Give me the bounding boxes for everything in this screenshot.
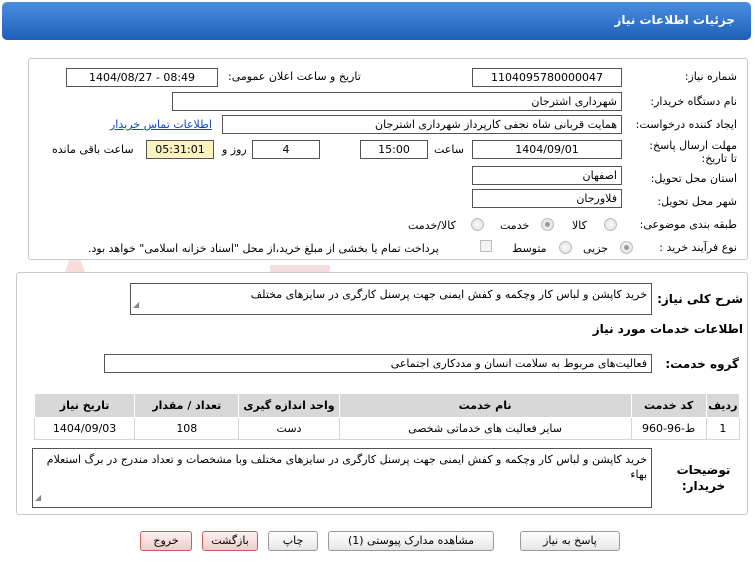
cell-unit: دست bbox=[238, 417, 340, 440]
category-option-both-radio[interactable] bbox=[471, 218, 484, 231]
cell-need-date: 1404/09/03 bbox=[33, 417, 136, 440]
deadline-date-field: 1404/09/01 bbox=[472, 140, 622, 159]
reply-button[interactable]: پاسخ به نیاز bbox=[520, 531, 620, 551]
process-type-label: نوع فرآیند خرید : bbox=[659, 241, 737, 254]
days-field: 4 bbox=[252, 140, 320, 159]
remaining-time-field: 05:31:01 bbox=[146, 140, 214, 159]
city-label: شهر محل تحویل: bbox=[657, 195, 737, 208]
resize-grip-icon[interactable]: ◢ bbox=[133, 297, 139, 312]
need-number-label: شماره نیاز: bbox=[684, 70, 737, 83]
need-number-field: 1104095780000047 bbox=[472, 68, 622, 87]
creator-field: همایت قربانی شاه نجفی کارپرداز شهرداری ا… bbox=[222, 115, 622, 134]
deadline-time-label: ساعت bbox=[434, 143, 464, 156]
exit-button[interactable]: خروج bbox=[140, 531, 192, 551]
back-button[interactable]: بازگشت bbox=[202, 531, 258, 551]
attachments-button[interactable]: مشاهده مدارک پیوستی (1) bbox=[328, 531, 494, 551]
city-field: فلاورجان bbox=[472, 189, 622, 208]
payment-note: پرداخت تمام یا بخشی از مبلغ خرید،از محل … bbox=[88, 242, 439, 255]
col-service-name: نام خدمت bbox=[338, 393, 632, 418]
category-label: طبقه بندی موضوعی: bbox=[639, 218, 737, 231]
services-heading: اطلاعات خدمات مورد نیاز bbox=[592, 322, 743, 336]
process-option-medium-radio[interactable] bbox=[559, 241, 572, 254]
col-row-number: ردیف bbox=[705, 393, 741, 418]
table-header-row: ردیف کد خدمت نام خدمت واحد اندازه گیری ت… bbox=[33, 393, 741, 418]
category-option-service-label: خدمت bbox=[500, 219, 530, 232]
buyer-org-label: نام دستگاه خریدار: bbox=[650, 95, 737, 108]
day-and-label: روز و bbox=[222, 143, 247, 156]
col-unit: واحد اندازه گیری bbox=[238, 393, 340, 418]
category-option-goods-label: کالا bbox=[572, 219, 587, 232]
buyer-org-field: شهرداری اشترجان bbox=[172, 92, 622, 111]
category-option-both-label: کالا/خدمت bbox=[408, 219, 456, 232]
col-need-date: تاریخ نیاز bbox=[33, 393, 136, 418]
deadline-label: مهلت ارسال پاسخ: تا تاریخ: bbox=[649, 139, 737, 165]
remaining-label: ساعت باقی مانده bbox=[52, 143, 134, 156]
resize-grip-icon[interactable]: ◢ bbox=[35, 490, 41, 505]
buyer-notes-textarea[interactable]: خرید کاپشن و لباس کار وچکمه و کفش ایمنی … bbox=[32, 448, 652, 508]
category-option-goods-radio[interactable] bbox=[604, 218, 617, 231]
col-service-code: کد خدمت bbox=[630, 393, 707, 418]
service-group-label: گروه خدمت: bbox=[665, 357, 739, 371]
buyer-notes-label: توضیحات خریدار: bbox=[676, 463, 731, 493]
buyer-notes-text: خرید کاپشن و لباس کار وچکمه و کفش ایمنی … bbox=[46, 453, 647, 481]
cell-quantity: 108 bbox=[134, 417, 240, 440]
treasury-payment-checkbox[interactable] bbox=[480, 240, 492, 252]
announce-datetime-field: 1404/08/27 - 08:49 bbox=[66, 68, 218, 87]
province-field: اصفهان bbox=[472, 166, 622, 185]
table-row: 1 ط-96-960 سایر فعالیت های خدماتی شخصی د… bbox=[33, 417, 741, 440]
category-option-service-radio[interactable] bbox=[541, 218, 554, 231]
page-title: جزئیات اطلاعات نیاز bbox=[614, 13, 735, 27]
cell-service-code: ط-96-960 bbox=[630, 417, 707, 440]
process-option-medium-label: متوسط bbox=[512, 242, 547, 255]
creator-label: ایجاد کننده درخواست: bbox=[635, 118, 737, 131]
deadline-time-field: 15:00 bbox=[360, 140, 428, 159]
contact-buyer-link[interactable]: اطلاعات تماس خریدار bbox=[110, 118, 212, 131]
summary-label: شرح کلی نیاز: bbox=[657, 292, 743, 306]
announce-datetime-label: تاریخ و ساعت اعلان عمومی: bbox=[228, 70, 361, 83]
print-button[interactable]: چاپ bbox=[268, 531, 318, 551]
summary-text: خرید کاپشن و لباس کار وچکمه و کفش ایمنی … bbox=[250, 288, 647, 301]
cell-row-number: 1 bbox=[705, 417, 741, 440]
process-option-minor-radio[interactable] bbox=[620, 241, 633, 254]
services-table: ردیف کد خدمت نام خدمت واحد اندازه گیری ت… bbox=[33, 393, 741, 440]
title-bar: جزئیات اطلاعات نیاز bbox=[2, 2, 751, 40]
cell-service-name: سایر فعالیت های خدماتی شخصی bbox=[338, 417, 632, 440]
process-option-minor-label: جزیی bbox=[583, 242, 609, 255]
province-label: استان محل تحویل: bbox=[650, 172, 737, 185]
summary-textarea[interactable]: خرید کاپشن و لباس کار وچکمه و کفش ایمنی … bbox=[130, 283, 652, 315]
col-quantity: تعداد / مقدار bbox=[134, 393, 240, 418]
service-group-field: فعالیت‌های مربوط به سلامت انسان و مددکار… bbox=[104, 354, 652, 373]
